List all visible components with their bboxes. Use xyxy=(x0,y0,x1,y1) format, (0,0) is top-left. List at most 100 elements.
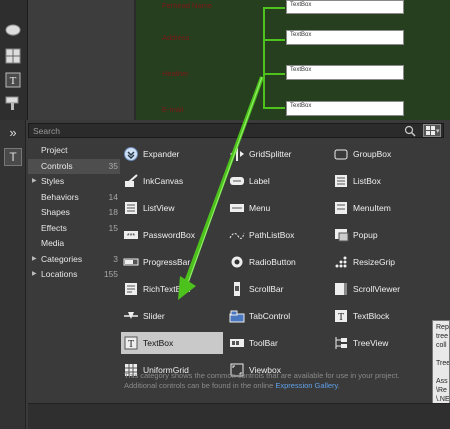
category-item[interactable]: Behaviors 14 xyxy=(28,190,120,205)
form-label: Heather xyxy=(162,69,189,78)
tooltip-line xyxy=(436,350,449,359)
expander-icon xyxy=(123,146,139,162)
expand-chevron-icon[interactable]: » xyxy=(4,124,22,142)
category-item[interactable]: Project xyxy=(28,143,120,158)
control-item[interactable]: ProgressBar xyxy=(121,251,223,273)
menu-icon xyxy=(229,200,245,216)
expression-gallery-link[interactable]: Expression Gallery xyxy=(275,381,337,390)
control-item[interactable]: ResizeGrip xyxy=(331,251,433,273)
control-item[interactable]: Label xyxy=(227,170,329,192)
control-label: ToolBar xyxy=(249,338,278,348)
chevron-down-icon[interactable]: ▾ xyxy=(436,127,444,135)
textbox-control[interactable]: TextBox xyxy=(286,30,404,45)
category-item[interactable]: Shapes 18 xyxy=(28,205,120,220)
control-label: Slider xyxy=(143,311,165,321)
category-description: This category shows the common controls … xyxy=(124,371,424,391)
grid-tool-icon[interactable] xyxy=(3,46,23,66)
search-input[interactable] xyxy=(33,124,393,137)
category-item[interactable]: Controls 35 xyxy=(28,158,120,174)
treeview-icon xyxy=(333,335,349,351)
control-label: ListBox xyxy=(353,176,381,186)
control-item[interactable]: Popup xyxy=(331,224,433,246)
textbox-control[interactable]: TextBox xyxy=(286,101,404,116)
toolbar-icon xyxy=(229,335,245,351)
svg-text:T: T xyxy=(338,312,344,323)
control-item[interactable]: TabControl xyxy=(227,305,329,327)
control-item[interactable]: PathListBox xyxy=(227,224,329,246)
control-item[interactable]: MenuItem xyxy=(331,197,433,219)
textbox-control[interactable]: TextBox xyxy=(286,0,404,14)
control-label: RadioButton xyxy=(249,257,296,267)
control-item[interactable]: ScrollBar xyxy=(227,278,329,300)
expand-arrow-icon[interactable]: ▶ xyxy=(32,174,37,189)
control-item[interactable]: GroupBox xyxy=(331,143,433,165)
category-item[interactable]: ▶ Categories 3 xyxy=(28,252,120,267)
tooltip-line: Tree xyxy=(436,360,450,367)
recent-textbox-icon[interactable]: T xyxy=(4,148,22,166)
popup-icon xyxy=(333,227,349,243)
control-item[interactable]: Expander xyxy=(121,143,223,165)
passwordbox-icon: *** xyxy=(123,227,139,243)
control-label: TabControl xyxy=(249,311,291,321)
textbox-icon: T xyxy=(123,335,139,351)
control-item[interactable]: Menu xyxy=(227,197,329,219)
control-item[interactable]: ListView xyxy=(121,197,223,219)
resizegrip-icon xyxy=(333,254,349,270)
description-suffix: . xyxy=(337,381,340,390)
control-label: Popup xyxy=(353,230,378,240)
control-label: RichTextBox xyxy=(143,284,191,294)
control-item[interactable]: RichTextBox xyxy=(121,278,223,300)
pathlistbox-icon xyxy=(229,227,245,243)
svg-text:***: *** xyxy=(127,233,135,240)
control-item[interactable]: InkCanvas xyxy=(121,170,223,192)
category-item[interactable]: Media xyxy=(28,236,120,251)
expand-arrow-icon[interactable]: ▶ xyxy=(32,252,37,267)
svg-text:T: T xyxy=(128,339,134,350)
scrollviewer-icon xyxy=(333,281,349,297)
category-item[interactable]: ▶ Styles xyxy=(28,174,120,189)
category-label: Effects xyxy=(41,222,67,233)
control-item[interactable]: ToolBar xyxy=(227,332,329,354)
tabcontrol-icon xyxy=(229,308,245,324)
control-item[interactable]: ListBox xyxy=(331,170,433,192)
search-icon[interactable] xyxy=(404,125,416,137)
tooltip: Reptreecoll Tree Ass\Re\.NE\Pro xyxy=(432,320,450,410)
textbox-control[interactable]: TextBox xyxy=(286,65,404,80)
brush-tool-icon[interactable] xyxy=(3,93,23,113)
ellipse-tool-icon[interactable] xyxy=(3,20,23,40)
control-label: ListView xyxy=(143,203,175,213)
tooltip-line: \Re xyxy=(436,387,447,394)
control-item[interactable]: T TextBlock xyxy=(331,305,433,327)
control-item[interactable]: Slider xyxy=(121,305,223,327)
control-label: MenuItem xyxy=(353,203,391,213)
category-item[interactable]: ▶ Locations 155 xyxy=(28,267,120,282)
control-item[interactable]: *** PasswordBox xyxy=(121,224,223,246)
description-line: This category shows the common controls … xyxy=(124,371,400,380)
control-label: PasswordBox xyxy=(143,230,195,240)
category-label: Controls xyxy=(41,160,73,171)
category-list: Project Controls 35 ▶ Styles Behaviors 14 Shape… xyxy=(28,143,120,403)
control-item[interactable]: GridSplitter xyxy=(227,143,329,165)
artboard[interactable]: Ferhead Name Address Heather E-mail Text… xyxy=(134,0,450,120)
expand-arrow-icon[interactable]: ▶ xyxy=(32,267,37,282)
description-line: Additional controls can be found in the … xyxy=(124,381,424,391)
tooltip-line: Rep xyxy=(436,324,449,331)
control-label: TextBlock xyxy=(353,311,390,321)
control-label: Label xyxy=(249,176,270,186)
form-label: E-mail xyxy=(162,105,184,114)
control-item[interactable]: RadioButton xyxy=(227,251,329,273)
textblock-tool-icon[interactable]: T xyxy=(3,70,23,90)
control-label: TextBox xyxy=(143,338,174,348)
control-label: InkCanvas xyxy=(143,176,184,186)
control-label: ResizeGrip xyxy=(353,257,396,267)
control-item[interactable]: ScrollViewer xyxy=(331,278,433,300)
tools-panel: T xyxy=(0,0,28,120)
control-item[interactable]: T TextBox xyxy=(121,332,223,354)
controls-grid: Expander GridSplitter GroupBox InkCanvas Lab… xyxy=(121,143,450,383)
menuitem-icon xyxy=(333,200,349,216)
category-item[interactable]: Effects 15 xyxy=(28,221,120,236)
design-canvas[interactable]: Ferhead Name Address Heather E-mail Text… xyxy=(28,0,450,120)
listview-icon xyxy=(123,200,139,216)
control-item[interactable]: TreeView xyxy=(331,332,433,354)
control-label: TreeView xyxy=(353,338,389,348)
